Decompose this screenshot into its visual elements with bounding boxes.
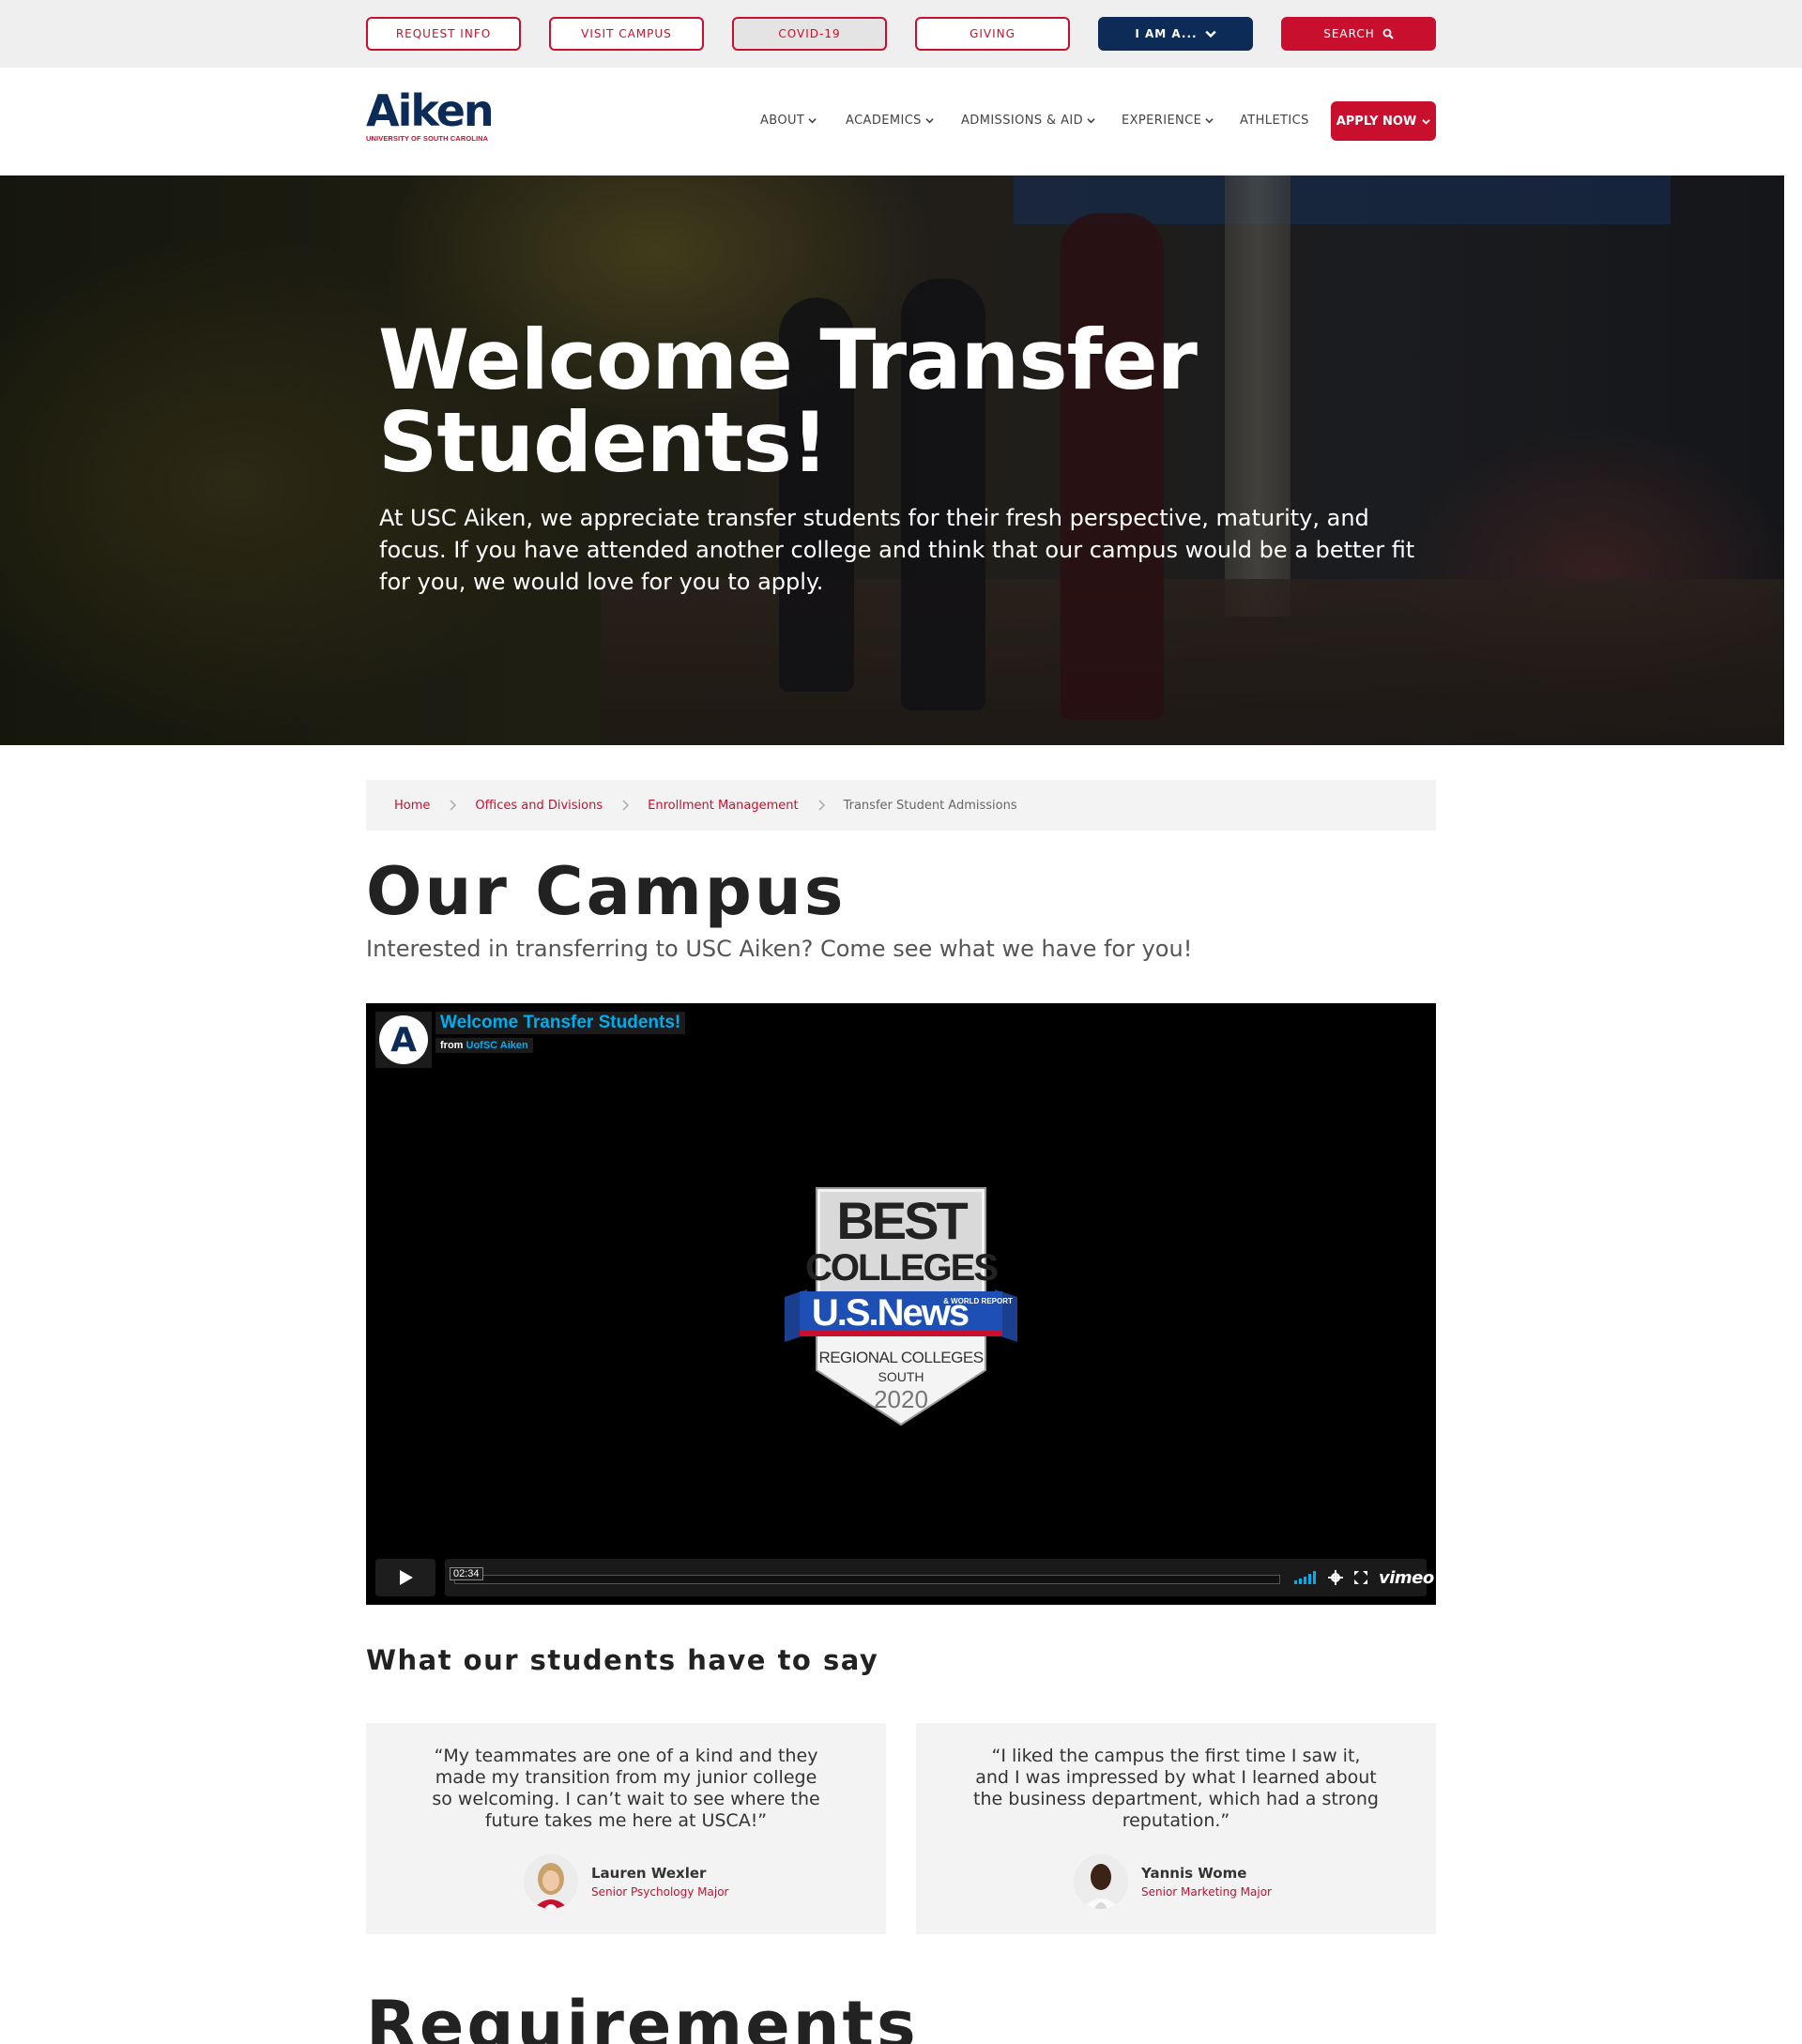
badge-best: BEST bbox=[836, 1191, 968, 1250]
nav-admissions-label: ADMISSIONS & AID bbox=[961, 113, 1084, 128]
request-info-label: REQUEST INFO bbox=[395, 27, 492, 40]
visit-campus-button[interactable]: VISIT CAMPUS bbox=[549, 17, 704, 51]
testimonial-quote: “I liked the campus the first time I saw… bbox=[973, 1746, 1379, 1831]
channel-avatar[interactable]: A bbox=[375, 1012, 432, 1068]
nav-about-label: ABOUT bbox=[760, 113, 805, 128]
visit-campus-label: VISIT CAMPUS bbox=[581, 27, 672, 40]
hero-title: Welcome Transfer Students! bbox=[378, 319, 1279, 484]
badge-year: 2020 bbox=[874, 1385, 928, 1413]
video-byline: from UofSC Aiken bbox=[435, 1038, 533, 1053]
badge-regional: REGIONAL COLLEGES bbox=[818, 1349, 983, 1366]
covid-button[interactable]: COVID-19 bbox=[732, 17, 887, 51]
video-byline-prefix: from bbox=[440, 1040, 464, 1051]
play-icon bbox=[400, 1570, 413, 1585]
covid-label: COVID-19 bbox=[778, 27, 841, 40]
testimonial-quote: “My teammates are one of a kind and they… bbox=[432, 1746, 820, 1831]
testimonial-role: Senior Marketing Major bbox=[1141, 1885, 1272, 1899]
video-player[interactable]: A Welcome Transfer Students! from UofSC … bbox=[366, 1003, 1436, 1605]
search-icon bbox=[1382, 28, 1394, 39]
search-button[interactable]: SEARCH bbox=[1281, 17, 1436, 51]
nav-academics-label: ACADEMICS bbox=[846, 113, 922, 128]
badge-colleges: COLLEGES bbox=[805, 1247, 998, 1289]
nav-athletics[interactable]: ATHLETICS bbox=[1240, 101, 1309, 139]
avatar bbox=[1074, 1854, 1128, 1909]
chevron-right-icon bbox=[818, 800, 825, 811]
apply-now-button[interactable]: APPLY NOW bbox=[1331, 101, 1436, 141]
testimonial-name: Lauren Wexler bbox=[591, 1865, 707, 1882]
search-label: SEARCH bbox=[1323, 27, 1375, 40]
breadcrumb-home[interactable]: Home bbox=[394, 799, 430, 813]
chevron-down-icon bbox=[1204, 30, 1216, 38]
utility-bar: REQUEST INFO VISIT CAMPUS COVID-19 GIVIN… bbox=[0, 0, 1802, 68]
nav-academics[interactable]: ACADEMICS bbox=[846, 101, 934, 139]
testimonial-person: Lauren Wexler Senior Psychology Major bbox=[524, 1854, 728, 1909]
play-button[interactable] bbox=[375, 1559, 435, 1596]
vimeo-logo[interactable]: vimeo bbox=[1379, 1568, 1434, 1588]
avatar bbox=[524, 1854, 578, 1909]
hero-text: At USC Aiken, we appreciate transfer stu… bbox=[379, 505, 1415, 595]
video-channel-link[interactable]: UofSC Aiken bbox=[466, 1040, 528, 1051]
testimonial-role: Senior Psychology Major bbox=[591, 1885, 729, 1899]
fullscreen-icon[interactable] bbox=[1354, 1571, 1367, 1584]
campus-intro: Interested in transferring to USC Aiken?… bbox=[366, 936, 1193, 962]
hero-banner: Welcome Transfer Students! At USC Aiken,… bbox=[0, 175, 1784, 745]
giving-label: GIVING bbox=[970, 27, 1016, 40]
testimonial-card: “I liked the campus the first time I saw… bbox=[916, 1723, 1436, 1934]
best-colleges-badge: BEST COLLEGES U.S.News & WORLD REPORT RE… bbox=[785, 1187, 1017, 1426]
i-am-a-label: I AM A... bbox=[1135, 27, 1198, 40]
testimonial-person: Yannis Wome Senior Marketing Major bbox=[1074, 1854, 1272, 1909]
settings-gear-icon[interactable] bbox=[1328, 1570, 1343, 1585]
nav-experience-label: EXPERIENCE bbox=[1122, 113, 1202, 128]
nav-admissions[interactable]: ADMISSIONS & AID bbox=[961, 101, 1095, 139]
chevron-down-icon bbox=[808, 117, 817, 123]
breadcrumb-enrollment[interactable]: Enrollment Management bbox=[648, 799, 798, 813]
chevron-down-icon bbox=[1087, 117, 1095, 123]
chevron-down-icon bbox=[925, 117, 934, 123]
video-header: A Welcome Transfer Students! from UofSC … bbox=[375, 1012, 686, 1068]
chevron-right-icon bbox=[450, 800, 457, 811]
testimonial-name: Yannis Wome bbox=[1141, 1865, 1247, 1882]
badge-world-report: & WORLD REPORT bbox=[943, 1297, 1013, 1305]
nav-athletics-label: ATHLETICS bbox=[1240, 113, 1309, 128]
giving-button[interactable]: GIVING bbox=[915, 17, 1070, 51]
apply-now-label: APPLY NOW bbox=[1336, 114, 1417, 129]
volume-icon[interactable] bbox=[1294, 1571, 1317, 1584]
site-header: Aiken UNIVERSITY OF SOUTH CAROLINA ABOUT… bbox=[0, 68, 1802, 175]
logo-subtitle: UNIVERSITY OF SOUTH CAROLINA bbox=[366, 134, 489, 143]
chevron-down-icon bbox=[1205, 117, 1214, 123]
request-info-button[interactable]: REQUEST INFO bbox=[366, 17, 521, 51]
progress-bar[interactable]: 02:34 bbox=[450, 1567, 1280, 1584]
video-duration: 02:34 bbox=[450, 1567, 483, 1580]
breadcrumb-current: Transfer Student Admissions bbox=[843, 798, 1017, 813]
chevron-right-icon bbox=[622, 800, 630, 811]
breadcrumb: Home Offices and Divisions Enrollment Ma… bbox=[366, 780, 1436, 831]
control-icons: vimeo bbox=[1294, 1568, 1434, 1588]
badge-south: SOUTH bbox=[878, 1369, 924, 1384]
i-am-a-dropdown[interactable]: I AM A... bbox=[1098, 17, 1253, 51]
chevron-down-icon bbox=[1422, 118, 1431, 125]
section-title-requirements: Requirements bbox=[366, 1987, 919, 2044]
breadcrumb-offices[interactable]: Offices and Divisions bbox=[475, 799, 603, 813]
nav-about[interactable]: ABOUT bbox=[760, 101, 817, 139]
channel-avatar-letter: A bbox=[379, 1015, 428, 1064]
nav-experience[interactable]: EXPERIENCE bbox=[1122, 101, 1214, 139]
control-bar: 02:34 vimeo bbox=[445, 1559, 1434, 1596]
section-title-testimonials: What our students have to say bbox=[366, 1644, 879, 1676]
aiken-logo[interactable]: Aiken UNIVERSITY OF SOUTH CAROLINA bbox=[366, 88, 497, 146]
hero-title-line2: Students! bbox=[378, 394, 829, 491]
video-controls: 02:34 vimeo bbox=[375, 1559, 1434, 1596]
video-title[interactable]: Welcome Transfer Students! bbox=[435, 1012, 686, 1034]
logo-wordmark: Aiken bbox=[366, 85, 495, 136]
section-title-our-campus: Our Campus bbox=[366, 853, 847, 930]
testimonial-card: “My teammates are one of a kind and they… bbox=[366, 1723, 886, 1934]
